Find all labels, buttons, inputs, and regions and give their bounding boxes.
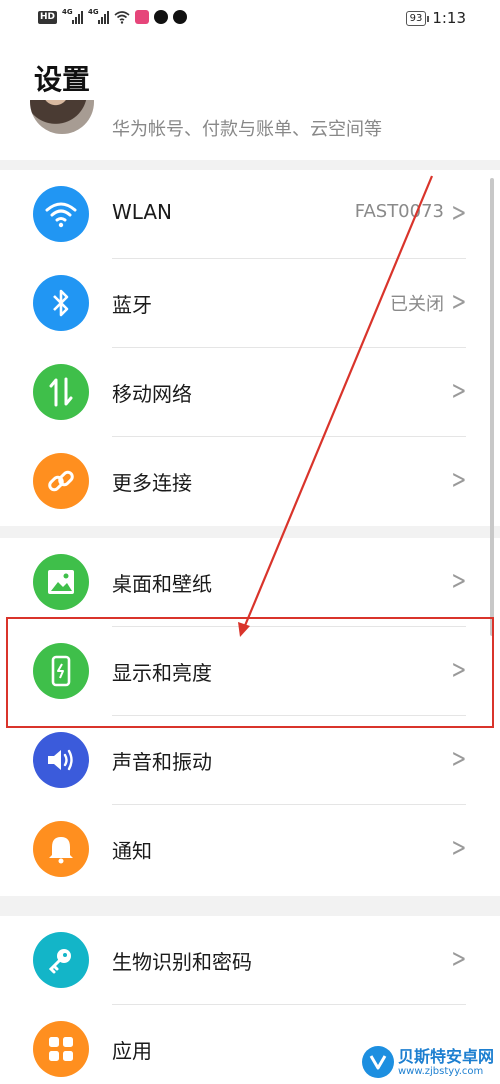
page-title: 设置 xyxy=(34,63,91,96)
setting-label: 生物识别和密码 xyxy=(112,950,252,974)
bluetooth-icon xyxy=(33,275,89,331)
scrollbar[interactable] xyxy=(490,178,494,636)
apps-icon xyxy=(33,1021,89,1077)
setting-label: 声音和振动 xyxy=(112,750,212,774)
setting-label: 应用 xyxy=(112,1039,152,1063)
chevron-right-icon: > xyxy=(451,944,467,974)
account-row[interactable]: 华为帐号、付款与账单、云空间等 xyxy=(0,100,500,158)
wifi-icon xyxy=(33,186,89,242)
account-description: 华为帐号、付款与账单、云空间等 xyxy=(112,119,382,140)
chevron-right-icon: > xyxy=(451,744,467,774)
chevron-right-icon: > xyxy=(451,833,467,863)
setting-notifications[interactable]: 通知 > xyxy=(0,805,500,894)
mobile-data-icon xyxy=(33,364,89,420)
watermark-logo-icon xyxy=(361,1046,394,1078)
setting-label: WLAN xyxy=(112,200,173,224)
setting-value: 已关闭 xyxy=(390,294,444,315)
wallpaper-icon xyxy=(33,554,89,610)
setting-wallpaper[interactable]: 桌面和壁纸 > xyxy=(0,538,500,627)
avatar xyxy=(30,100,94,134)
bell-icon xyxy=(33,821,89,877)
setting-label: 通知 xyxy=(112,839,152,863)
wifi-status-icon xyxy=(114,11,130,24)
key-icon xyxy=(33,932,89,988)
watermark-url: www.zjbstyy.com xyxy=(397,1065,484,1077)
setting-biometrics-password[interactable]: 生物识别和密码 > xyxy=(0,916,500,1005)
setting-more-connections[interactable]: 更多连接 > xyxy=(0,437,500,526)
setting-label: 更多连接 xyxy=(112,471,192,495)
chevron-right-icon: > xyxy=(451,198,467,228)
setting-mobile-network[interactable]: 移动网络 > xyxy=(0,348,500,437)
app-notification-icon xyxy=(135,10,150,24)
setting-value: FAST0073 xyxy=(354,201,444,222)
setting-label: 蓝牙 xyxy=(112,293,152,317)
setting-label: 桌面和壁纸 xyxy=(112,572,212,596)
watermark-name: 贝斯特安卓网 xyxy=(397,1046,494,1066)
setting-wlan[interactable]: WLAN FAST0073 > xyxy=(0,170,500,259)
setting-bluetooth[interactable]: 蓝牙 已关闭 > xyxy=(0,259,500,348)
status-bar: HD 4G 4G 93 1:13 xyxy=(0,0,500,38)
highlight-box xyxy=(6,617,494,728)
app-notification-icon xyxy=(173,10,188,24)
signal-icon: 4G xyxy=(88,8,110,24)
sound-icon xyxy=(33,732,89,788)
link-icon xyxy=(33,453,89,509)
app-notification-icon xyxy=(154,10,169,24)
clock: 1:13 xyxy=(432,9,466,27)
settings-group-connectivity: WLAN FAST0073 > 蓝牙 已关闭 > 移动网络 > 更多连接 > xyxy=(0,170,500,526)
chevron-right-icon: > xyxy=(451,376,467,406)
setting-sound-vibration[interactable]: 声音和振动 > xyxy=(0,716,500,805)
chevron-right-icon: > xyxy=(451,566,467,596)
chevron-right-icon: > xyxy=(451,465,467,495)
watermark: 贝斯特安卓网 www.zjbstyy.com xyxy=(361,1046,494,1078)
signal-icon: 4G xyxy=(62,8,84,24)
battery-icon: 93 xyxy=(405,10,430,26)
setting-label: 移动网络 xyxy=(112,382,192,406)
status-bar-right: 93 1:13 xyxy=(405,9,466,27)
chevron-right-icon: > xyxy=(451,287,467,317)
status-bar-left: HD 4G 4G xyxy=(38,8,188,24)
hd-badge: HD xyxy=(38,10,58,24)
